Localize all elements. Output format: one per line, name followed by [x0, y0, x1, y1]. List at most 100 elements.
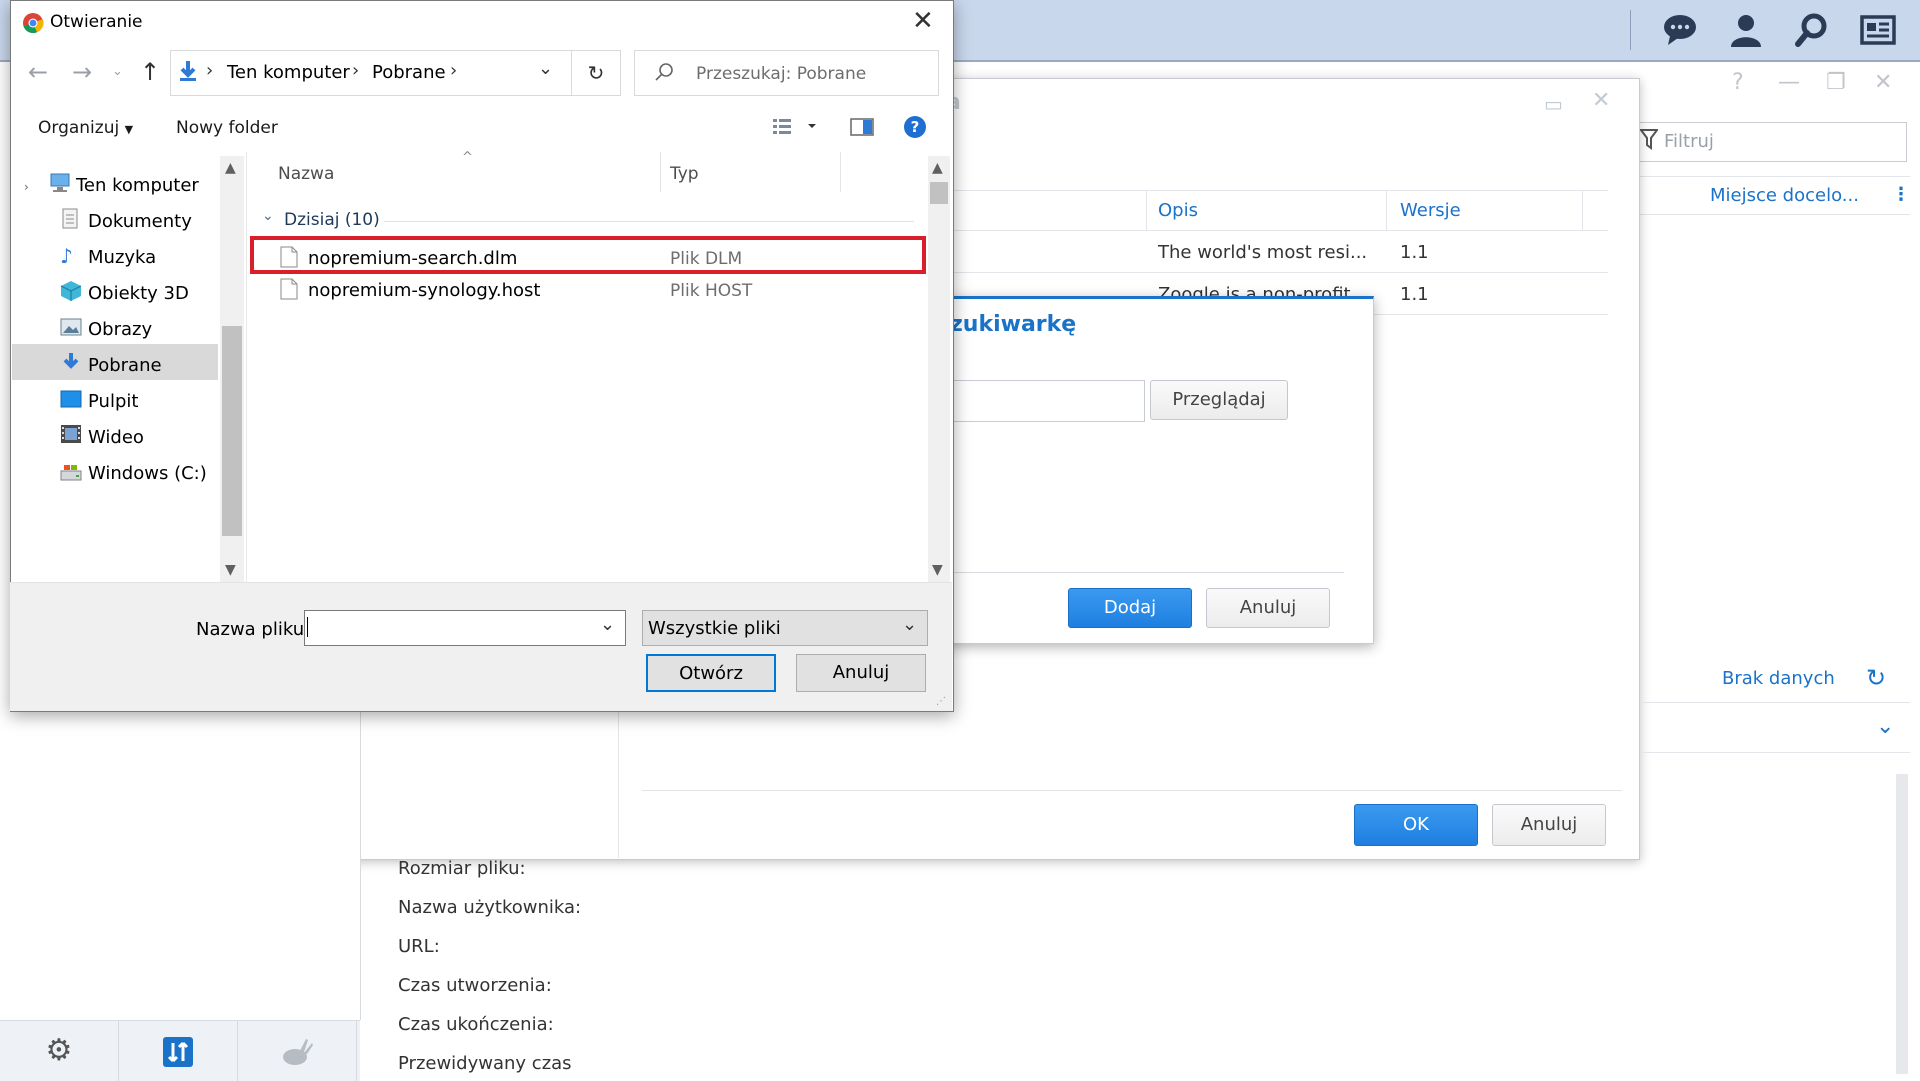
group-collapse-chevron-icon[interactable]: ⌄: [262, 208, 274, 224]
music-icon: ♪: [60, 244, 73, 268]
cancel-button[interactable]: Anuluj: [1492, 804, 1606, 846]
column-header-versions[interactable]: Wersje: [1400, 200, 1461, 221]
divider: [1640, 752, 1910, 753]
scroll-down-icon[interactable]: ▼: [225, 562, 236, 578]
new-folder-button[interactable]: Nowy folder: [176, 118, 278, 138]
column-header-name[interactable]: Nazwa: [278, 164, 334, 184]
column-header-description[interactable]: Opis: [1158, 200, 1198, 221]
documents-icon: [60, 208, 80, 234]
file-list-scroll-thumb[interactable]: [930, 182, 948, 204]
cancel-button[interactable]: Anuluj: [1206, 588, 1330, 628]
nav-item-video[interactable]: Wideo: [88, 427, 144, 448]
divider: [1640, 176, 1910, 177]
nav-item-documents[interactable]: Dokumenty: [88, 211, 192, 232]
file-list-scrollbar[interactable]: [928, 156, 950, 582]
table-cell-version: 1.1: [1400, 242, 1429, 263]
resize-grip-icon[interactable]: ⋰: [936, 696, 946, 707]
ok-button[interactable]: OK: [1354, 804, 1478, 846]
column-divider: [1146, 190, 1147, 230]
nav-item-desktop[interactable]: Pulpit: [88, 391, 138, 412]
minimize-icon[interactable]: —: [1778, 70, 1800, 95]
search-icon[interactable]: [1794, 12, 1830, 48]
refresh-icon[interactable]: ↻: [572, 50, 621, 96]
filename-dropdown-chevron-icon[interactable]: ⌄: [600, 614, 615, 635]
close-icon[interactable]: ✕: [1874, 70, 1892, 95]
add-button[interactable]: Dodaj: [1068, 588, 1192, 628]
drive-icon: [58, 462, 84, 486]
settings-gear-icon[interactable]: ⚙: [0, 1021, 119, 1081]
dropdown-caret-icon: ▼: [124, 123, 134, 136]
downloads-icon: [178, 60, 198, 86]
filter-icon: [1639, 128, 1659, 155]
table-cell-description: The world's most resi...: [1158, 242, 1368, 263]
nav-pane-scroll-thumb[interactable]: [222, 326, 242, 536]
scroll-down-icon[interactable]: ▼: [932, 562, 943, 578]
search-icon: [654, 62, 674, 86]
help-icon[interactable]: ?: [1732, 70, 1744, 95]
filter-placeholder: Filtruj: [1664, 131, 1714, 152]
chat-icon[interactable]: [1662, 12, 1698, 48]
nav-item-3d-objects[interactable]: Obiekty 3D: [88, 283, 189, 304]
breadcrumb-downloads[interactable]: Pobrane: [372, 62, 446, 83]
close-icon[interactable]: ✕: [912, 6, 934, 36]
3d-objects-icon: [60, 280, 82, 306]
detail-file-size: Rozmiar pliku:: [398, 858, 526, 879]
dialog-title: Otwieranie: [50, 12, 143, 32]
up-arrow-icon[interactable]: ↑: [140, 58, 160, 86]
nav-item-this-pc[interactable]: Ten komputer: [76, 175, 199, 196]
scroll-up-icon[interactable]: ▲: [225, 160, 236, 176]
divider: [1372, 314, 1608, 315]
expand-icon[interactable]: ⌄: [1876, 714, 1894, 739]
search-placeholder: Przeszukaj: Pobrane: [696, 64, 867, 84]
scrollbar[interactable]: [1896, 774, 1908, 1074]
cancel-button[interactable]: Anuluj: [796, 654, 926, 692]
maximize-icon[interactable]: ▭: [1544, 92, 1563, 116]
address-dropdown-chevron-icon[interactable]: ⌄: [538, 58, 553, 79]
nav-item-music[interactable]: Muzyka: [88, 247, 156, 268]
organize-menu[interactable]: Organizuj ▼: [38, 118, 133, 138]
forward-arrow-icon[interactable]: →: [72, 58, 92, 86]
highlighted-file-outline: [250, 236, 926, 274]
breadcrumb-separator-icon[interactable]: ›: [352, 60, 359, 81]
filetype-dropdown-chevron-icon[interactable]: ⌄: [902, 614, 917, 635]
open-button[interactable]: Otwórz: [646, 654, 776, 692]
breadcrumb-separator-icon[interactable]: ›: [450, 60, 457, 81]
restore-icon[interactable]: ❐: [1826, 70, 1846, 95]
group-label[interactable]: Dzisiaj (10): [284, 210, 380, 230]
expand-chevron-icon[interactable]: ›: [24, 180, 29, 194]
file-path-input[interactable]: [940, 380, 1145, 422]
preview-pane-icon[interactable]: [850, 118, 874, 140]
divider: [642, 790, 1622, 791]
breadcrumb-this-pc[interactable]: Ten komputer: [227, 62, 350, 83]
file-name[interactable]: nopremium-synology.host: [308, 280, 540, 301]
filename-input[interactable]: [304, 610, 626, 646]
help-icon[interactable]: ?: [904, 116, 926, 138]
sort-ascending-icon: ^: [462, 150, 473, 165]
more-menu-icon[interactable]: ⋮: [1892, 184, 1910, 205]
recent-locations-chevron-icon[interactable]: ⌄: [112, 64, 123, 79]
nav-item-downloads[interactable]: Pobrane: [88, 355, 162, 376]
back-arrow-icon[interactable]: ←: [28, 58, 48, 86]
nav-item-windows-c[interactable]: Windows (C:): [88, 463, 207, 484]
column-header-type[interactable]: Typ: [670, 164, 699, 184]
emule-icon[interactable]: [238, 1021, 357, 1081]
no-data-label[interactable]: Brak danych: [1722, 668, 1835, 689]
view-options-icon[interactable]: [772, 116, 816, 140]
desktop-icon: [60, 390, 82, 412]
close-icon[interactable]: ✕: [1592, 88, 1610, 113]
transfer-icon[interactable]: [119, 1021, 238, 1081]
column-divider: [660, 152, 661, 192]
widgets-icon[interactable]: [1860, 12, 1896, 48]
destination-column-header[interactable]: Miejsce docelo...: [1710, 185, 1859, 206]
video-icon: [60, 424, 82, 448]
scroll-up-icon[interactable]: ▲: [932, 160, 943, 176]
refresh-icon[interactable]: ↻: [1866, 664, 1886, 692]
breadcrumb-separator-icon[interactable]: ›: [206, 60, 213, 81]
group-divider: [384, 221, 914, 222]
chrome-icon: [22, 12, 44, 38]
detail-completed: Czas ukończenia:: [398, 1014, 554, 1035]
divider: [1640, 702, 1910, 703]
user-icon[interactable]: [1728, 12, 1764, 48]
nav-item-pictures[interactable]: Obrazy: [88, 319, 152, 340]
browse-button[interactable]: Przeglądaj: [1150, 380, 1288, 420]
